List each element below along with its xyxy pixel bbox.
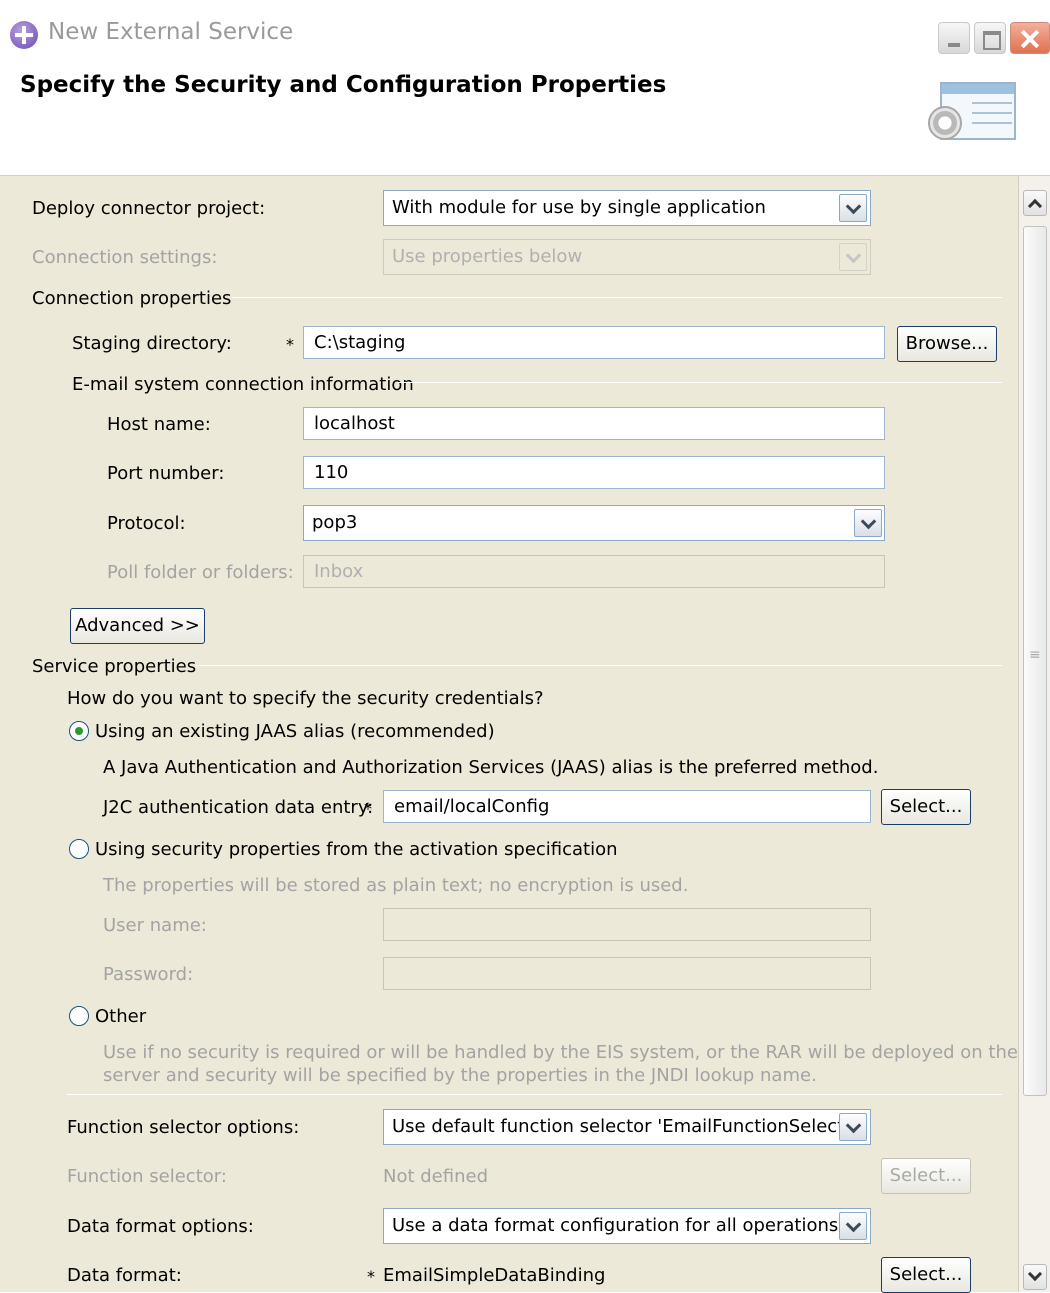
window-title: New External Service [48, 19, 294, 45]
chevron-down-icon [839, 243, 867, 271]
other-radio[interactable] [69, 1006, 89, 1026]
maximize-icon[interactable] [974, 22, 1006, 54]
host-name-label: Host name: [107, 414, 211, 435]
browse-button[interactable]: Browse... [897, 326, 997, 362]
wizard-banner-icon [928, 82, 1016, 140]
staging-directory-label: Staging directory: [72, 333, 232, 354]
connection-properties-heading: Connection properties [32, 288, 232, 309]
other-description-line2: server and security will be specified by… [103, 1065, 817, 1086]
password-input [383, 957, 871, 990]
deploy-label: Deploy connector project: [32, 198, 266, 219]
data-format-options-label: Data format options: [67, 1216, 254, 1237]
deploy-select[interactable]: With module for use by single applicatio… [383, 190, 871, 226]
chevron-down-icon[interactable] [839, 194, 867, 222]
scroll-down-icon[interactable] [1023, 1264, 1047, 1290]
gear-icon [928, 106, 962, 140]
activation-spec-option-label[interactable]: Using security properties from the activ… [95, 839, 618, 860]
service-properties-heading: Service properties [32, 656, 197, 677]
j2c-select-button[interactable]: Select... [881, 789, 971, 825]
connection-settings-value: Use properties below [392, 246, 583, 267]
data-format-options-select[interactable]: Use a data format configuration for all … [383, 1208, 871, 1244]
page-title: Specify the Security and Configuration P… [20, 72, 667, 98]
chevron-down-icon[interactable] [854, 509, 882, 537]
scroll-thumb[interactable] [1023, 226, 1047, 1096]
other-description-line1: Use if no security is required or will b… [103, 1042, 1018, 1063]
activation-spec-radio[interactable] [69, 839, 89, 859]
poll-folder-input: Inbox [303, 555, 885, 588]
vertical-scrollbar[interactable] [1018, 176, 1050, 1292]
function-selector-options-value: Use default function selector 'EmailFunc… [392, 1116, 868, 1137]
staging-directory-input[interactable]: C:\staging [303, 326, 885, 359]
connection-settings-label: Connection settings: [32, 247, 218, 268]
wizard-header: Specify the Security and Configuration P… [0, 64, 1050, 176]
data-format-label: Data format: [67, 1265, 182, 1286]
chevron-down-icon[interactable] [839, 1113, 867, 1141]
user-name-input [383, 908, 871, 941]
title-bar: New External Service [0, 0, 1050, 64]
password-label: Password: [103, 964, 194, 985]
other-option-label[interactable]: Other [95, 1006, 146, 1027]
close-icon[interactable] [1010, 22, 1050, 54]
host-name-input[interactable]: localhost [303, 407, 885, 440]
protocol-select[interactable]: pop3 [303, 505, 885, 541]
activation-spec-description: The properties will be stored as plain t… [103, 875, 689, 896]
function-selector-options-select[interactable]: Use default function selector 'EmailFunc… [383, 1109, 871, 1145]
wizard-content: Deploy connector project: With module fo… [0, 176, 1018, 1293]
port-number-label: Port number: [107, 463, 225, 484]
section-divider [67, 1094, 1002, 1095]
minimize-icon[interactable] [938, 22, 970, 54]
protocol-label: Protocol: [107, 513, 186, 534]
section-divider [232, 297, 1002, 298]
protocol-select-value: pop3 [312, 512, 358, 533]
data-format-options-value: Use a data format configuration for all … [392, 1215, 839, 1236]
required-mark: * [364, 799, 372, 818]
new-external-service-window: New External Service Specify the Securit… [0, 0, 1050, 1293]
app-icon [10, 21, 38, 49]
section-divider [398, 382, 1002, 383]
function-selector-label: Function selector: [67, 1166, 227, 1187]
deploy-select-value: With module for use by single applicatio… [392, 197, 766, 218]
function-selector-value: Not defined [383, 1166, 489, 1187]
advanced-button[interactable]: Advanced >> [70, 608, 205, 644]
data-format-select-button[interactable]: Select... [881, 1257, 971, 1293]
scroll-up-icon[interactable] [1023, 190, 1047, 216]
credentials-question: How do you want to specify the security … [67, 688, 544, 709]
connection-settings-select: Use properties below [383, 239, 871, 275]
required-mark: * [367, 1267, 375, 1286]
section-divider [196, 665, 1002, 666]
j2c-label: J2C authentication data entry: [103, 797, 374, 818]
jaas-description: A Java Authentication and Authorization … [103, 757, 879, 778]
chevron-down-icon[interactable] [839, 1212, 867, 1240]
data-format-value: EmailSimpleDataBinding [383, 1265, 606, 1286]
email-connection-heading: E-mail system connection information [72, 374, 414, 395]
jaas-option-label[interactable]: Using an existing JAAS alias (recommende… [95, 721, 495, 742]
poll-folder-label: Poll folder or folders: [107, 562, 294, 583]
user-name-label: User name: [103, 915, 207, 936]
jaas-radio[interactable] [69, 721, 89, 741]
function-selector-select-button: Select... [881, 1158, 971, 1194]
required-mark: * [286, 335, 294, 354]
function-selector-options-label: Function selector options: [67, 1117, 300, 1138]
j2c-input[interactable]: email/localConfig [383, 790, 871, 823]
port-number-input[interactable]: 110 [303, 456, 885, 489]
